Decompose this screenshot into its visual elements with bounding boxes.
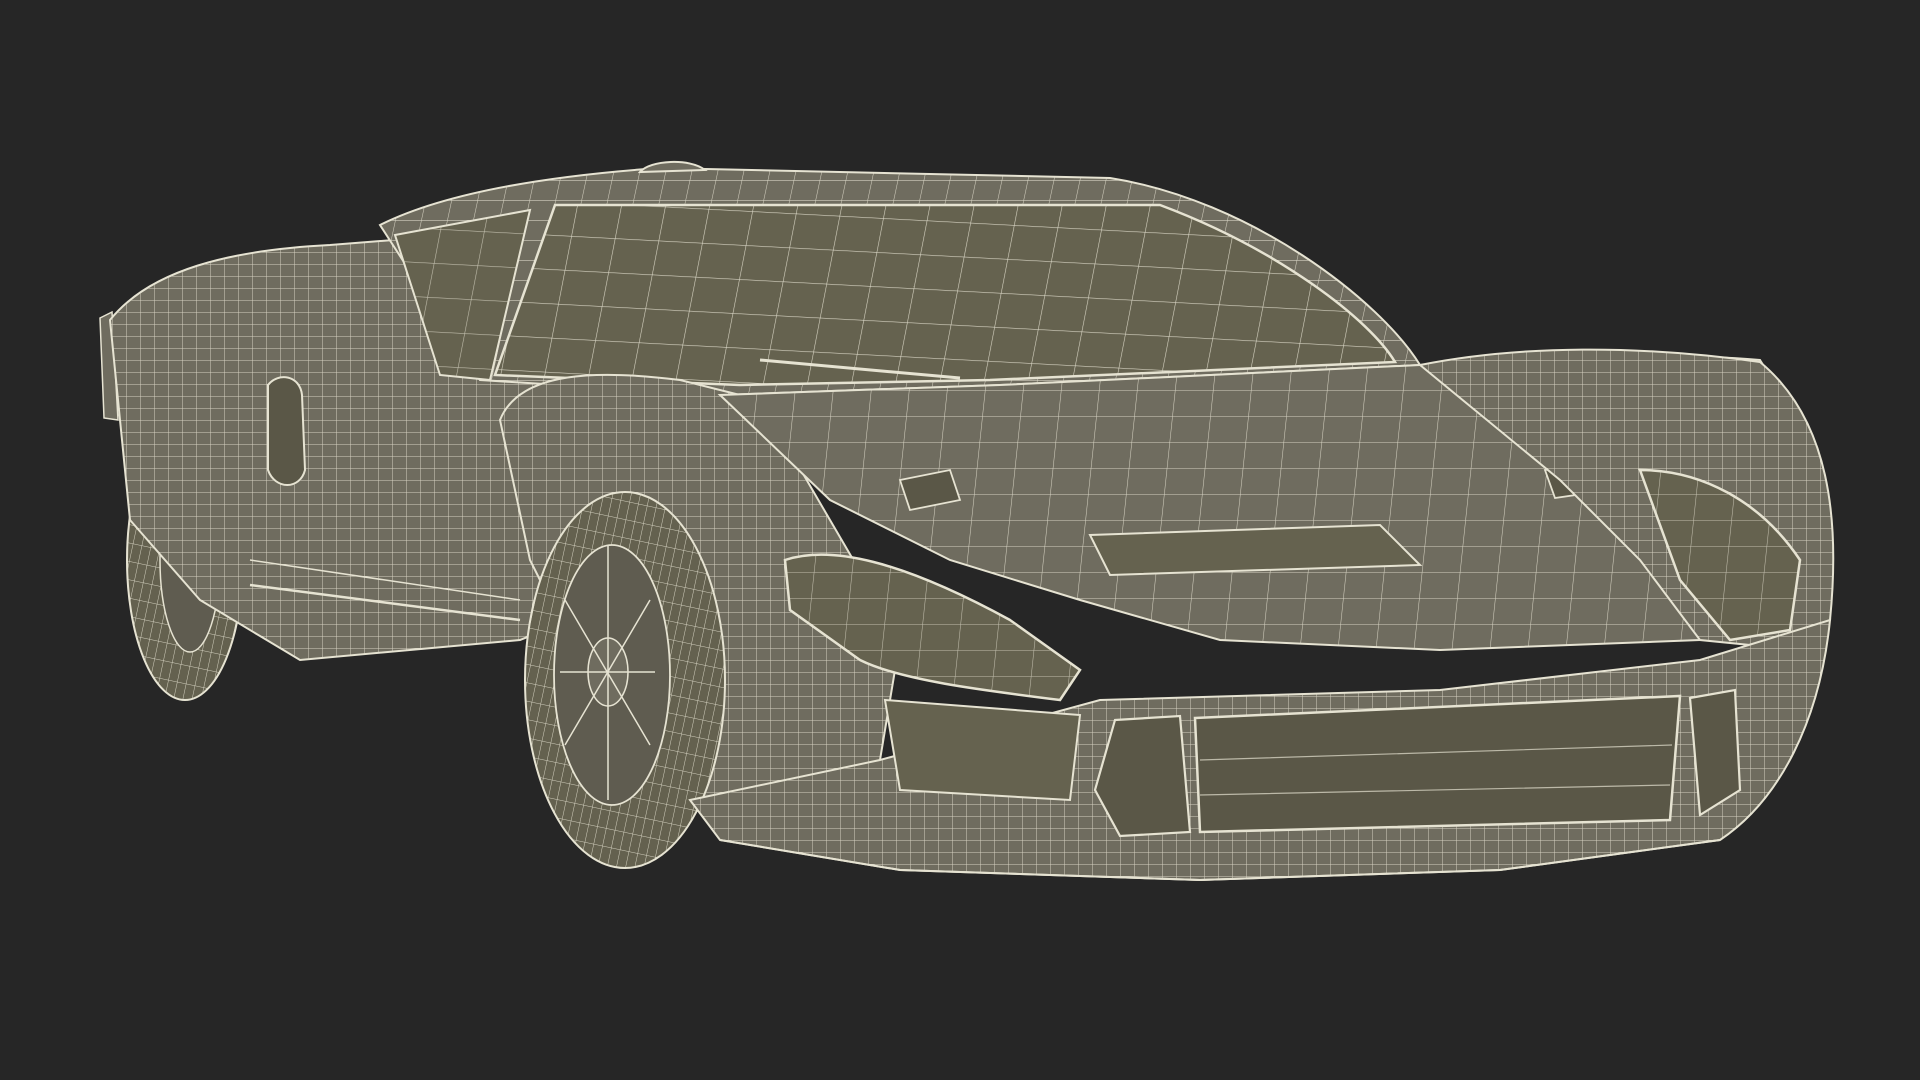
front-wheel xyxy=(524,491,726,869)
car-cabin xyxy=(378,160,1422,397)
render-viewport xyxy=(0,0,1920,1080)
wireframe-scene xyxy=(99,160,1835,882)
